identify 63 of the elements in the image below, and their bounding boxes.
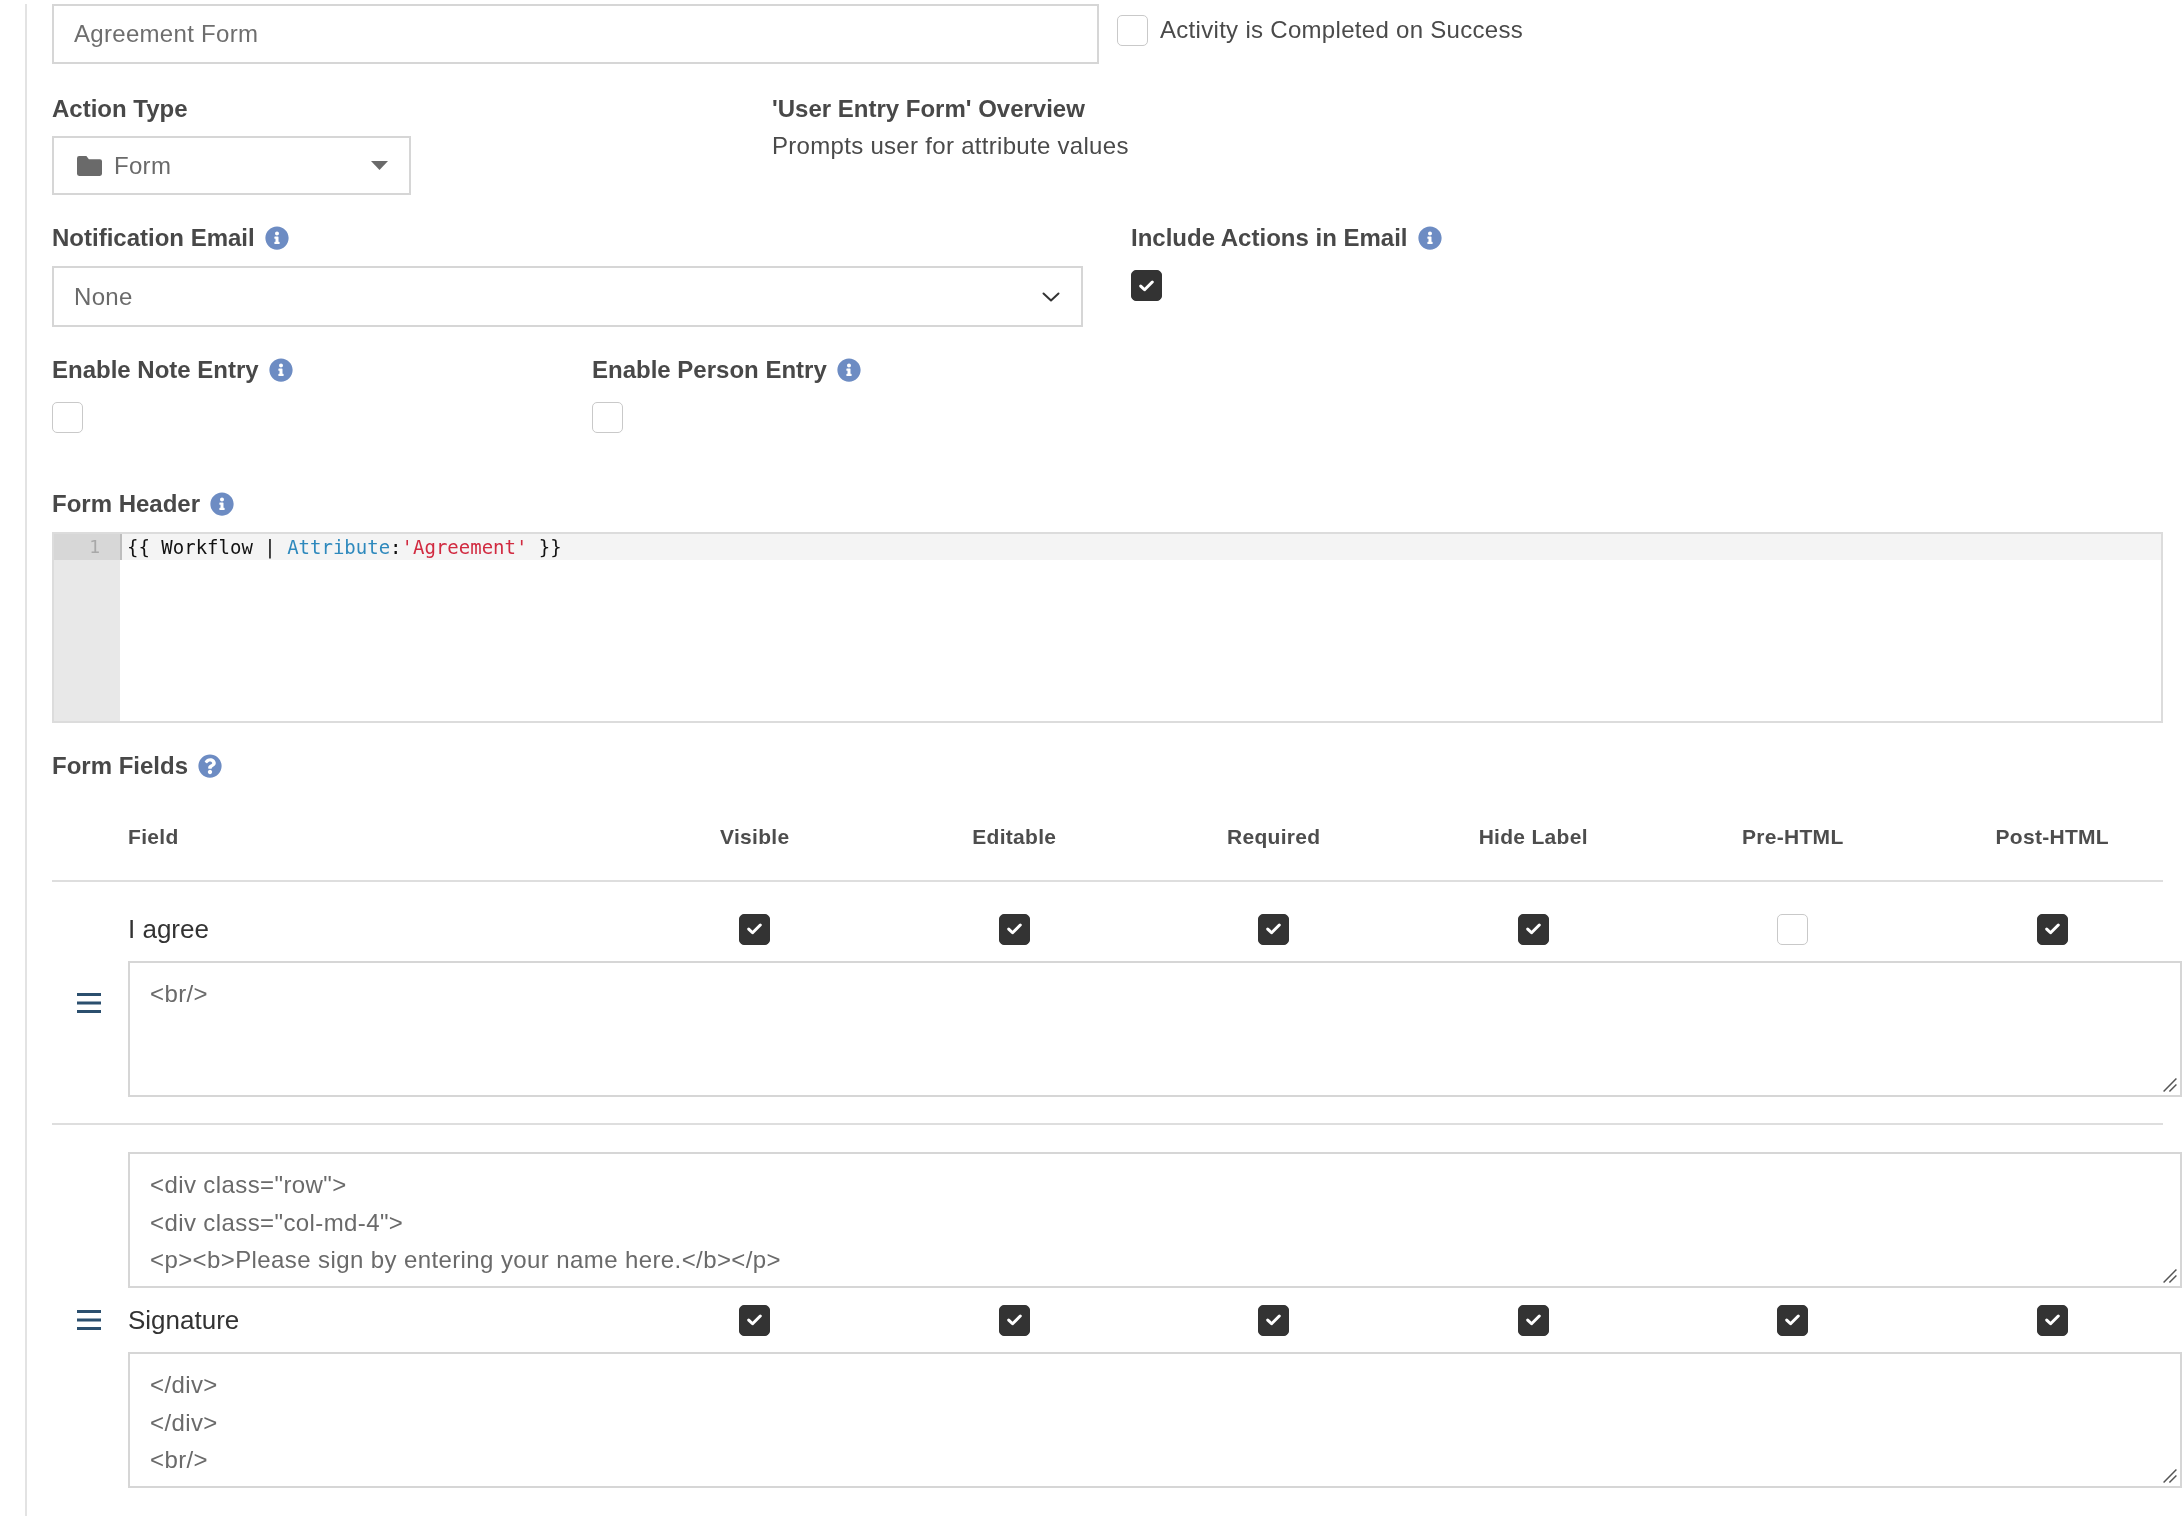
html-textarea[interactable]: <div class="row"> <div class="col-md-4"> <p><b>Please sign by entering your name here.</b></p> <box>128 1152 2182 1288</box>
column-header: Hide Label <box>1478 824 1588 850</box>
check-icon <box>747 1314 763 1326</box>
checkbox[interactable] <box>998 1304 1030 1336</box>
resize-grip-icon <box>2163 1269 2177 1283</box>
menu-icon[interactable] <box>76 993 101 1013</box>
resize-grip-icon <box>2163 1469 2177 1483</box>
overview-description: Prompts user for attribute values <box>772 131 1129 161</box>
overview-title: 'User Entry Form' Overview <box>772 94 1085 124</box>
column-header: Visible <box>720 824 790 850</box>
checkbox[interactable] <box>1777 1304 1809 1336</box>
field-label: Action Type <box>52 94 188 124</box>
field-name: I agree <box>128 913 210 945</box>
checkbox[interactable] <box>739 913 771 945</box>
info-icon <box>268 358 293 382</box>
check-icon <box>2044 923 2060 935</box>
check-icon <box>1006 1314 1022 1326</box>
menu-icon[interactable] <box>76 1310 101 1330</box>
info-icon <box>1417 226 1442 250</box>
checkbox[interactable] <box>1517 1304 1549 1336</box>
check-icon <box>1525 1314 1541 1326</box>
check-icon <box>1006 923 1022 935</box>
field-label: Include Actions in Email <box>1131 223 1408 253</box>
info-icon <box>210 492 235 516</box>
notification-email-select[interactable]: None <box>52 266 1083 327</box>
checkbox[interactable] <box>739 1304 771 1336</box>
folder-icon <box>77 155 102 176</box>
field-label: Notification Email <box>52 223 255 253</box>
caret-down-icon <box>371 161 388 170</box>
check-icon <box>747 923 763 935</box>
column-header: Post-HTML <box>1995 824 2109 850</box>
section-title: Form Fields <box>52 751 189 781</box>
column-header: Pre-HTML <box>1741 824 1844 850</box>
checkbox[interactable] <box>2036 913 2068 945</box>
field-name: Signature <box>128 1304 241 1336</box>
check-icon <box>1266 1314 1282 1326</box>
info-icon <box>836 358 861 382</box>
html-textarea[interactable]: <br/> <box>128 961 2182 1097</box>
check-icon <box>1139 279 1154 292</box>
checkbox[interactable] <box>1258 913 1290 945</box>
checkbox-label: Activity is Completed on Success <box>1160 15 1524 45</box>
column-header: Editable <box>972 824 1057 850</box>
field-label: Enable Person Entry <box>592 355 827 385</box>
action-type-select[interactable]: Form <box>52 136 411 195</box>
checkbox[interactable] <box>2036 1304 2068 1336</box>
check-icon <box>1266 923 1282 935</box>
checkbox[interactable] <box>1517 913 1549 945</box>
resize-grip-icon <box>2163 1078 2177 1092</box>
info-icon <box>264 226 289 250</box>
check-icon <box>1785 1314 1801 1326</box>
column-header: Field <box>128 824 179 850</box>
field-label: Enable Note Entry <box>52 355 259 385</box>
column-header: Required <box>1227 824 1321 850</box>
check-icon <box>1525 923 1541 935</box>
checkbox[interactable] <box>1131 270 1162 301</box>
checkbox[interactable] <box>1258 1304 1290 1336</box>
html-textarea[interactable]: </div> </div> <br/> <box>128 1352 2182 1488</box>
chevron-down-icon <box>1042 291 1060 302</box>
field-label: Form Header <box>52 489 201 519</box>
checkbox[interactable] <box>998 913 1030 945</box>
help-icon <box>198 754 223 778</box>
name-input[interactable]: Agreement Form <box>52 4 1099 64</box>
check-icon <box>2044 1314 2060 1326</box>
